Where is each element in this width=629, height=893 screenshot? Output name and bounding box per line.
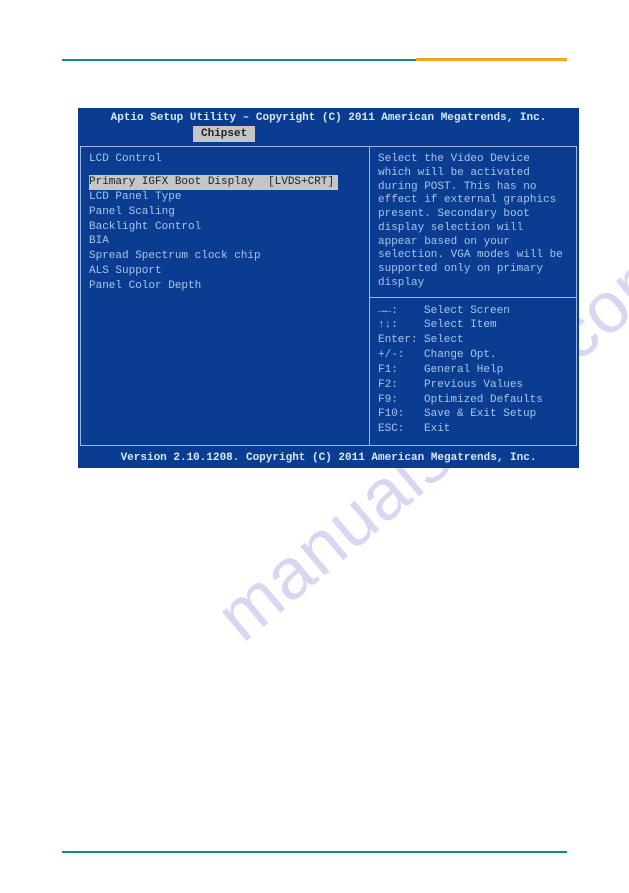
key-row: ↑↓:Select Item — [378, 318, 568, 333]
bios-item[interactable]: LCD Panel Type — [89, 190, 361, 205]
page-header-rule — [62, 58, 567, 62]
key-row: F10:Save & Exit Setup — [378, 407, 568, 422]
bios-item[interactable]: Spread Spectrum clock chip — [89, 249, 361, 264]
header-orange-line — [416, 58, 568, 61]
bios-key-help: →←:Select Screen ↑↓:Select Item Enter:Se… — [370, 298, 577, 447]
key-row: +/-:Change Opt. — [378, 348, 568, 363]
bios-footer: Version 2.10.1208. Copyright (C) 2011 Am… — [78, 448, 579, 468]
key-action: Save & Exit Setup — [424, 407, 536, 422]
bios-window: Aptio Setup Utility – Copyright (C) 2011… — [78, 108, 579, 468]
bios-item[interactable]: Panel Color Depth — [89, 279, 361, 294]
key-action: Select Item — [424, 318, 497, 333]
tab-chipset[interactable]: Chipset — [193, 126, 255, 142]
bios-section-title: LCD Control — [89, 153, 361, 165]
bios-item[interactable]: Panel Scaling — [89, 205, 361, 220]
bios-item[interactable]: ALS Support — [89, 264, 361, 279]
key-name: +/-: — [378, 348, 424, 363]
bios-left-panel: LCD Control Primary IGFX Boot Display [LV… — [80, 146, 370, 446]
key-action: Change Opt. — [424, 348, 497, 363]
bios-body: LCD Control Primary IGFX Boot Display [LV… — [78, 144, 579, 448]
header-teal-line — [62, 59, 416, 61]
key-name: ↑↓: — [378, 318, 424, 333]
key-name: F1: — [378, 363, 424, 378]
key-row: Enter:Select — [378, 333, 568, 348]
key-action: Previous Values — [424, 378, 523, 393]
key-action: Optimized Defaults — [424, 393, 543, 408]
key-row: F2:Previous Values — [378, 378, 568, 393]
key-action: General Help — [424, 363, 503, 378]
bios-item-label: Primary IGFX Boot Display — [89, 176, 254, 188]
key-name: Enter: — [378, 333, 424, 348]
key-row: F9:Optimized Defaults — [378, 393, 568, 408]
bios-title: Aptio Setup Utility – Copyright (C) 2011… — [78, 108, 579, 126]
key-name: F10: — [378, 407, 424, 422]
bios-help-text: Select the Video Device which will be ac… — [370, 146, 577, 298]
bios-item[interactable]: Backlight Control — [89, 220, 361, 235]
key-row: →←:Select Screen — [378, 304, 568, 319]
key-row: ESC:Exit — [378, 422, 568, 437]
bios-right-panel: Select the Video Device which will be ac… — [370, 146, 577, 446]
key-action: Select Screen — [424, 304, 510, 319]
key-action: Exit — [424, 422, 450, 437]
key-name: →←: — [378, 304, 424, 319]
bios-item-primary-igfx[interactable]: Primary IGFX Boot Display [LVDS+CRT] — [89, 175, 338, 190]
key-name: F2: — [378, 378, 424, 393]
key-name: ESC: — [378, 422, 424, 437]
bios-item-value: [LVDS+CRT] — [268, 176, 334, 188]
key-row: F1:General Help — [378, 363, 568, 378]
key-name: F9: — [378, 393, 424, 408]
key-action: Select — [424, 333, 464, 348]
bios-item[interactable]: BIA — [89, 234, 361, 249]
page-footer-rule — [62, 851, 567, 853]
bios-tab-bar: Chipset — [78, 126, 579, 144]
